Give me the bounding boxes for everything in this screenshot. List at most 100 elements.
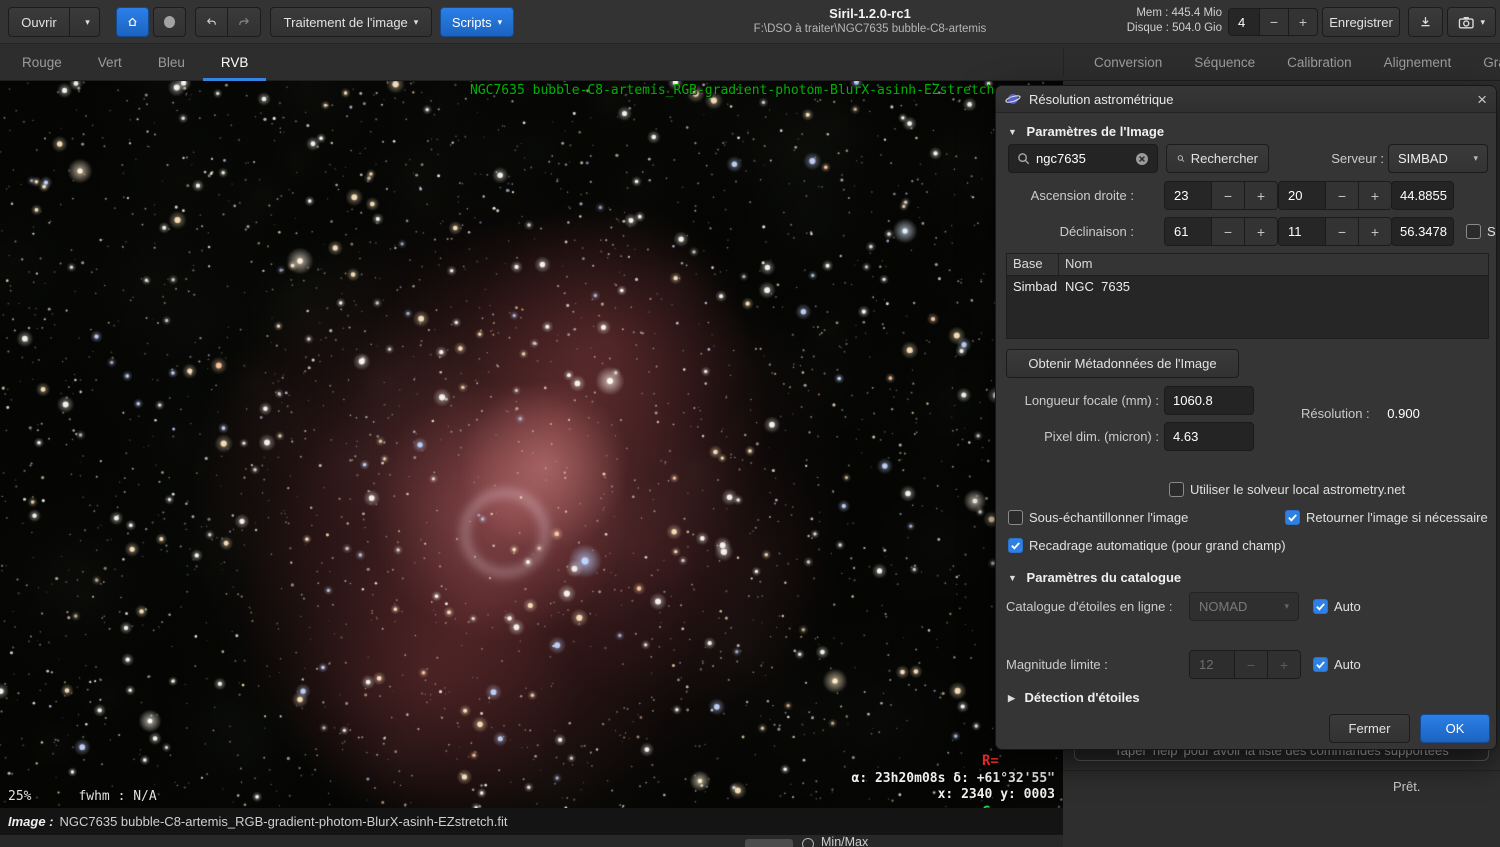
section-image-params[interactable]: ▼ Paramètres de l'Image bbox=[1008, 124, 1164, 139]
magnitude-spinner[interactable]: 12 − + bbox=[1189, 650, 1301, 679]
autocrop-checkbox[interactable] bbox=[1008, 538, 1023, 553]
tab-rouge[interactable]: Rouge bbox=[4, 44, 80, 81]
camera-icon bbox=[1458, 16, 1474, 29]
flip-checkbox[interactable] bbox=[1285, 510, 1300, 525]
ra-hours-minus-button[interactable]: − bbox=[1211, 182, 1244, 209]
object-search-input[interactable]: ngc7635 bbox=[1008, 144, 1158, 173]
ra-hours-plus-button[interactable]: + bbox=[1244, 182, 1277, 209]
minmax-radio[interactable] bbox=[802, 838, 814, 847]
catalog-auto-checkbox[interactable] bbox=[1313, 599, 1328, 614]
column-nom[interactable]: Nom bbox=[1059, 254, 1098, 275]
magnitude-minus-button[interactable]: − bbox=[1234, 651, 1267, 678]
magnitude-plus-button[interactable]: + bbox=[1267, 651, 1300, 678]
tab-rvb[interactable]: RVB bbox=[203, 44, 267, 81]
ra-hours-spinner[interactable]: 23 − + bbox=[1164, 181, 1278, 210]
dec-degrees-value[interactable]: 61 bbox=[1165, 218, 1211, 245]
scripts-label: Scripts bbox=[451, 14, 492, 30]
tab-sequence[interactable]: Séquence bbox=[1178, 44, 1271, 81]
dec-degrees-minus-button[interactable]: − bbox=[1211, 218, 1244, 245]
livestack-button[interactable] bbox=[153, 7, 186, 37]
search-button-label: Rechercher bbox=[1190, 151, 1258, 166]
dec-degrees-spinner[interactable]: 61 − + bbox=[1164, 217, 1278, 246]
dialog-titlebar[interactable]: Résolution astrométrique × bbox=[996, 86, 1496, 113]
search-button[interactable]: Rechercher bbox=[1166, 144, 1269, 173]
magnitude-auto-checkbox[interactable] bbox=[1313, 657, 1328, 672]
open-dropdown-button[interactable]: ▾ bbox=[70, 7, 100, 37]
image-processing-menu-button[interactable]: Traitement de l'image ▾ bbox=[270, 7, 432, 37]
server-combo[interactable]: SIMBAD ▾ bbox=[1388, 144, 1488, 173]
tab-vert[interactable]: Vert bbox=[80, 44, 140, 81]
focal-length-input[interactable]: 1060.8 bbox=[1164, 386, 1254, 415]
siril-icon bbox=[1005, 94, 1021, 104]
astrometry-dialog: Résolution astrométrique × ▼ Paramètres … bbox=[995, 85, 1497, 750]
magnitude-limit-label: Magnitude limite : bbox=[1006, 657, 1108, 672]
dec-minutes-spinner[interactable]: 11 − + bbox=[1278, 217, 1392, 246]
chevron-down-icon: ▾ bbox=[1473, 153, 1478, 163]
section-catalog-params-label: Paramètres du catalogue bbox=[1026, 570, 1182, 585]
column-base[interactable]: Base bbox=[1007, 254, 1059, 275]
open-button[interactable]: Ouvrir bbox=[8, 7, 70, 37]
dec-minutes-minus-button[interactable]: − bbox=[1325, 218, 1358, 245]
redo-button[interactable] bbox=[228, 7, 261, 37]
threads-plus-button[interactable]: + bbox=[1288, 9, 1317, 35]
threads-minus-button[interactable]: − bbox=[1259, 9, 1288, 35]
local-solver-label: Utiliser le solveur local astrometry.net bbox=[1190, 482, 1406, 497]
check-icon bbox=[1316, 661, 1325, 669]
cell-nom: NGC 7635 bbox=[1065, 279, 1131, 294]
download-icon bbox=[1421, 17, 1430, 27]
search-icon bbox=[1177, 155, 1185, 162]
dec-degrees-plus-button[interactable]: + bbox=[1244, 218, 1277, 245]
close-dialog-button[interactable]: Fermer bbox=[1329, 714, 1410, 743]
ra-minutes-plus-button[interactable]: + bbox=[1358, 182, 1391, 209]
dec-south-checkbox[interactable] bbox=[1466, 224, 1481, 239]
downsample-checkbox[interactable] bbox=[1008, 510, 1023, 525]
section-catalog-params[interactable]: ▼ Paramètres du catalogue bbox=[1008, 570, 1181, 585]
threads-value[interactable]: 4 bbox=[1229, 9, 1259, 35]
pixel-size-input[interactable]: 4.63 bbox=[1164, 422, 1254, 451]
ok-button[interactable]: OK bbox=[1420, 714, 1490, 743]
image-viewport[interactable]: NGC7635 bubble-C8-artemis_RGB-gradient-p… bbox=[0, 81, 1063, 808]
catalog-auto-label: Auto bbox=[1334, 599, 1361, 614]
resolution-readout: Résolution : 0.900 bbox=[1301, 406, 1420, 421]
dec-minutes-plus-button[interactable]: + bbox=[1358, 218, 1391, 245]
undo-button[interactable] bbox=[195, 7, 228, 37]
threads-spinner[interactable]: 4 − + bbox=[1228, 8, 1318, 36]
section-star-detection-label: Détection d'étoiles bbox=[1024, 690, 1140, 705]
online-catalog-combo[interactable]: NOMAD ▾ bbox=[1189, 592, 1299, 621]
section-star-detection[interactable]: ▶ Détection d'étoiles bbox=[1008, 690, 1140, 705]
export-button[interactable] bbox=[1408, 7, 1443, 37]
chevron-down-icon: ▾ bbox=[1284, 601, 1289, 611]
snapshot-button[interactable]: ▾ bbox=[1447, 7, 1496, 37]
ra-hours-value[interactable]: 23 bbox=[1165, 182, 1211, 209]
tab-calibration[interactable]: Calibration bbox=[1271, 44, 1368, 81]
magnitude-value[interactable]: 12 bbox=[1190, 651, 1234, 678]
table-row[interactable]: Simbad NGC 7635 bbox=[1007, 276, 1488, 298]
dec-minutes-value[interactable]: 11 bbox=[1279, 218, 1325, 245]
dec-seconds-input[interactable]: 56.3478 bbox=[1391, 217, 1454, 246]
clear-input-icon[interactable] bbox=[1135, 152, 1149, 166]
search-results-table[interactable]: Base Nom Simbad NGC 7635 bbox=[1006, 253, 1489, 339]
mem-label: Mem : 445.4 Mio bbox=[1136, 7, 1222, 19]
display-mode-button[interactable] bbox=[745, 839, 793, 847]
get-metadata-button[interactable]: Obtenir Métadonnées de l'Image bbox=[1006, 349, 1239, 378]
ra-minutes-value[interactable]: 20 bbox=[1279, 182, 1325, 209]
celestial-coordinates: α: 23h20m08s δ: +61°32'55" x: 2340 y: 00… bbox=[852, 771, 1056, 803]
resolution-value: 0.900 bbox=[1387, 406, 1420, 421]
tab-alignement[interactable]: Alignement bbox=[1368, 44, 1468, 81]
dec-seconds-value: 56.3478 bbox=[1400, 224, 1447, 239]
local-solver-checkbox[interactable] bbox=[1169, 482, 1184, 497]
ra-seconds-input[interactable]: 44.8855 bbox=[1391, 181, 1454, 210]
ra-minutes-spinner[interactable]: 20 − + bbox=[1278, 181, 1392, 210]
ra-minutes-minus-button[interactable]: − bbox=[1325, 182, 1358, 209]
save-button[interactable]: Enregistrer bbox=[1322, 7, 1400, 37]
object-search-value: ngc7635 bbox=[1036, 151, 1086, 166]
server-combo-value: SIMBAD bbox=[1398, 151, 1448, 166]
tab-bleu[interactable]: Bleu bbox=[140, 44, 203, 81]
tab-graphique[interactable]: Graphique bbox=[1467, 44, 1500, 81]
scripts-menu-button[interactable]: Scripts ▾ bbox=[440, 7, 514, 37]
nebula-image[interactable] bbox=[0, 81, 1063, 808]
tab-conversion[interactable]: Conversion bbox=[1078, 44, 1178, 81]
home-button[interactable] bbox=[116, 7, 149, 37]
expander-open-icon: ▼ bbox=[1008, 573, 1017, 583]
close-icon[interactable]: × bbox=[1477, 91, 1487, 108]
